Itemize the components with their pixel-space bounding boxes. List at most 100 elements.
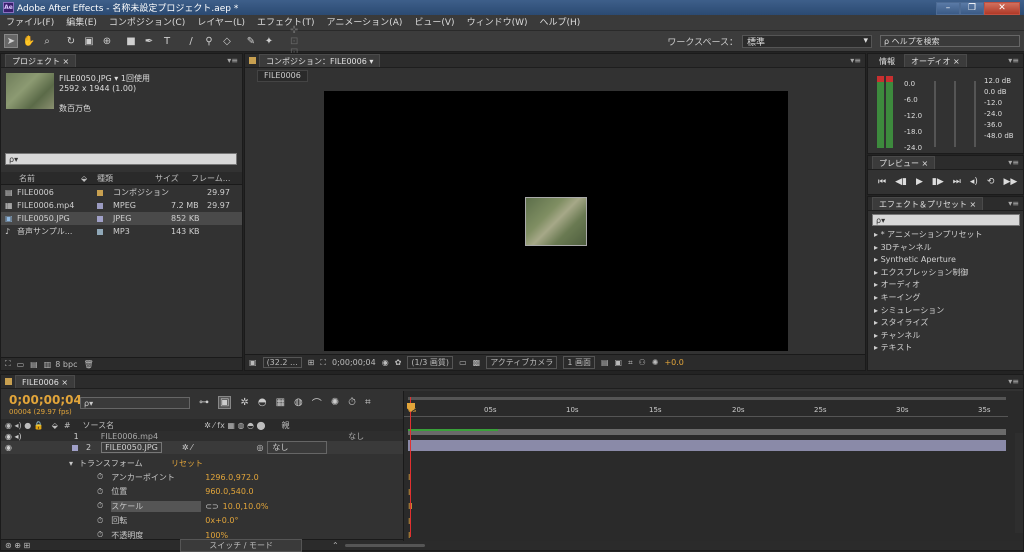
list-item[interactable]: ▣ FILE0050.JPG JPEG 852 KB [1,212,242,225]
list-item[interactable]: ▸ * アニメーションプリセット [874,229,1023,242]
table-row[interactable]: ◉ 2 FILE0050.JPG ✲ ⁄ ◎ なし [1,441,403,454]
puppet-pin-tool-icon[interactable]: ✦ [262,34,276,48]
shy-icon[interactable]: ◓ [258,397,267,408]
volume-slider-left[interactable] [934,81,936,147]
graph-editor-icon[interactable]: ⌒ [312,395,322,410]
menu-animation[interactable]: アニメーション(A) [321,15,409,31]
list-item[interactable]: ▸ 3Dチャンネル [874,242,1023,255]
play-icon[interactable]: ▶ [916,177,923,187]
layer-switches-icon[interactable]: ⊛ ⊕ ⊞ [5,541,30,550]
list-item[interactable]: ▸ Synthetic Aperture [874,254,1023,267]
menu-window[interactable]: ウィンドウ(W) [461,15,534,31]
rotate-tool-icon[interactable]: ↻ [64,34,78,48]
clone-stamp-tool-icon[interactable]: ⚲ [202,34,216,48]
panel-menu-icon[interactable]: ▾≡ [850,56,861,65]
draft-3d-icon[interactable]: ✲ [240,397,248,408]
exposure-icon[interactable]: ✺ [652,358,659,367]
pen-tool-icon[interactable]: ✒ [142,34,156,48]
text-tool-icon[interactable]: T [160,34,174,48]
pan-behind-tool-icon[interactable]: ⊕ [100,34,114,48]
selection-tool-icon[interactable]: ➤ [4,34,18,48]
volume-slider-right[interactable] [954,81,956,147]
mute-icon[interactable]: ◂) [970,177,978,187]
stopwatch-icon[interactable]: ⏱ [348,397,356,408]
timeline-search-input[interactable]: ρ▾ [80,397,190,409]
scale-value[interactable]: 10.0,10.0% [223,502,269,511]
panel-menu-icon[interactable]: ▾≡ [1008,158,1019,167]
rectangle-tool-icon[interactable]: ■ [124,34,138,48]
zoom-slider[interactable] [344,543,425,547]
workspace-select[interactable]: 標準 ▾ [742,34,872,48]
motion-blur-icon[interactable]: ◍ [294,397,303,408]
reset-link[interactable]: リセット [171,458,203,469]
maximize-button[interactable]: ❐ [960,1,984,15]
track-area[interactable]: 0s 05s 10s 15s 20s 25s 30s 35s IIIIII [403,391,1023,541]
viewer-timecode[interactable]: 0;00;00;04 [332,358,376,367]
loop-icon[interactable]: ⟲ [987,177,995,187]
work-area-bar[interactable] [408,397,1006,400]
menu-composition[interactable]: コンポジション(C) [103,15,191,31]
panel-menu-icon[interactable]: ▾≡ [1008,377,1019,386]
col-name[interactable]: 名前 [1,173,81,184]
menu-effect[interactable]: エフェクト(T) [251,15,321,31]
menu-help[interactable]: ヘルプ(H) [533,15,586,31]
pixel-aspect-icon[interactable]: ▤ [601,358,609,367]
exposure-value[interactable]: +0.0 [664,358,683,367]
toggle-switches-modes-button[interactable]: スイッチ / モード [180,538,302,552]
last-frame-icon[interactable]: ⏭ [953,177,961,187]
roi-icon[interactable]: ▭ [459,358,467,367]
list-item[interactable]: ▸ テキスト [874,342,1023,355]
resolution-select[interactable]: (1/3 画質) [407,356,454,369]
position-value[interactable]: 960.0,540.0 [205,487,253,496]
file-name[interactable]: FILE0050.JPG ▾ [59,74,118,83]
timeline-timecode[interactable]: 0;00;00;04 [9,393,82,407]
next-frame-icon[interactable]: ▮▶ [932,177,944,187]
list-item[interactable]: ▸ チャンネル [874,330,1023,343]
bpc-toggle[interactable]: 8 bpc [55,360,77,369]
layer-image[interactable] [525,197,587,246]
stopwatch-icon[interactable]: ⏱ [97,501,103,511]
tab-project[interactable]: プロジェクト × [5,54,77,67]
view-layout-select[interactable]: 1 画面 [563,356,595,369]
frame-blend-icon[interactable]: ▦ [276,397,285,408]
tab-preview[interactable]: プレビュー × [872,156,936,169]
flowchart-icon[interactable]: ⚇ [639,358,646,367]
time-ruler[interactable]: 0s 05s 10s 15s 20s 25s 30s 35s [404,403,1008,417]
hand-tool-icon[interactable]: ✋ [22,34,36,48]
interpret-icon[interactable]: ⛶ [5,359,11,369]
comp-subtab[interactable]: FILE0006 [257,70,308,82]
roto-brush-tool-icon[interactable]: ✎ [244,34,258,48]
list-item[interactable]: ▸ キーイング [874,292,1023,305]
stopwatch-icon[interactable]: ⏱ [97,487,103,497]
minimize-button[interactable]: – [936,1,960,15]
layer-bar-2[interactable] [408,440,1006,451]
table-row[interactable]: ◉ ◂) 1 FILE0006.mp4 なし [1,431,403,441]
timeline-icon[interactable]: ⌗ [628,358,633,368]
live-update-icon[interactable]: ▣ [218,396,232,409]
trash-icon[interactable]: 🗑 [83,360,93,369]
panel-menu-icon[interactable]: ▾≡ [227,56,238,65]
col-size[interactable]: サイズ [155,173,191,184]
prev-frame-icon[interactable]: ◀▮ [895,177,907,187]
timeline-scrollbar[interactable] [1015,433,1023,533]
list-item[interactable]: ▦ FILE0006.mp4 MPEG 7.2 MB 29.97 [1,199,242,212]
brush-tool-icon[interactable]: / [184,34,198,48]
list-item[interactable]: ▸ エクスプレッション制御 [874,267,1023,280]
panel-menu-icon[interactable]: ▾≡ [1008,56,1019,65]
tab-audio[interactable]: オーディオ × [904,54,967,67]
ram-preview-play-icon[interactable]: ▶▶ [1003,177,1017,187]
menu-view[interactable]: ビュー(V) [408,15,460,31]
safe-margin-icon[interactable]: ⊞ [308,358,315,367]
zoom-select[interactable]: (32.2 ... [262,357,302,368]
fast-preview-icon[interactable]: ▣ [615,358,623,367]
project-search-input[interactable]: ρ▾ [5,153,237,165]
help-search-input[interactable]: ρ ヘルプを検索 [880,35,1020,47]
list-item[interactable]: ♪ 音声サンプル... MP3 143 KB [1,225,242,238]
list-item[interactable]: ▤ FILE0006 コンポジション 29.97 [1,186,242,199]
anchor-point-value[interactable]: 1296.0,972.0 [205,473,258,482]
graph-icon[interactable]: ⌗ [365,397,371,408]
parent-select[interactable]: なし [267,441,328,454]
panel-menu-icon[interactable]: ▾≡ [1008,199,1019,208]
folder-icon[interactable]: ▭ [17,360,25,369]
col-source-name[interactable]: ソース名 [83,420,115,431]
